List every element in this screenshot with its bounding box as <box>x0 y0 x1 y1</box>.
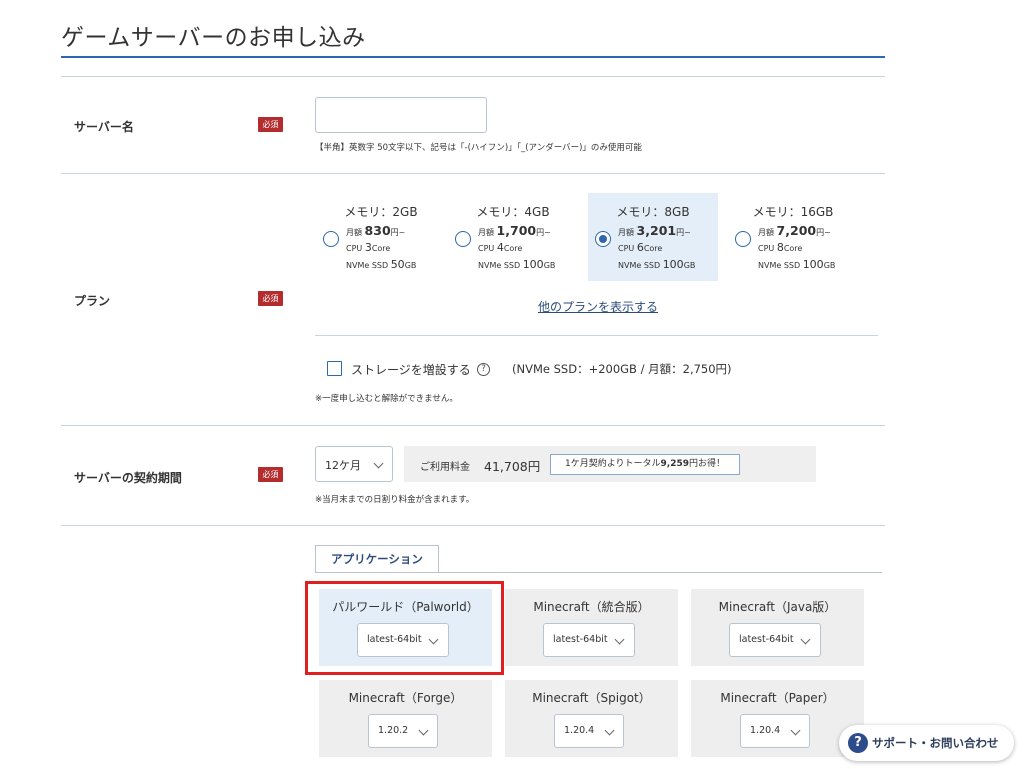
required-badge: 必須 <box>258 117 283 132</box>
plan-memory: メモリ：8GB <box>616 205 690 219</box>
plan-cpu: CPU 3Core <box>346 241 391 254</box>
question-icon: ? <box>848 733 868 753</box>
plan-card-4gb[interactable]: メモリ：4GB 月額 1,700円~ CPU 4Core NVMe SSD 10… <box>448 193 578 281</box>
savings-badge: 1ケ月契約よりトータル9,259円お得！ <box>550 454 740 475</box>
app-name: Minecraft（Forge） <box>348 691 463 705</box>
title-divider <box>61 56 885 58</box>
plan-price: 月額 830円~ <box>346 223 406 238</box>
app-name: Minecraft（Spigot） <box>532 691 651 705</box>
period-note: ※当月末までの日割り料金が含まれます。 <box>315 495 475 505</box>
app-name: Minecraft（Java版） <box>718 600 837 614</box>
plan-radio[interactable] <box>735 231 751 247</box>
plan-radio-selected[interactable] <box>595 231 611 247</box>
version-select[interactable]: latest-64bit <box>729 623 821 657</box>
server-name-input[interactable] <box>315 97 487 133</box>
plan-memory: メモリ：4GB <box>476 205 550 219</box>
tab-divider <box>315 572 882 573</box>
plan-price: 月額 3,201円~ <box>618 223 691 238</box>
version-value: 1.20.4 <box>564 725 595 736</box>
period-selected-value: 12ケ月 <box>325 459 361 472</box>
support-label: サポート・お問い合わせ <box>872 736 999 750</box>
version-select[interactable]: 1.20.4 <box>554 714 624 748</box>
period-label: サーバーの契約期間 <box>74 471 182 485</box>
plan-ssd: NVMe SSD 100GB <box>758 258 836 271</box>
section-divider <box>61 173 885 174</box>
app-name: Minecraft（統合版） <box>533 600 650 614</box>
help-icon[interactable]: ? <box>477 363 490 376</box>
app-name: Minecraft（Paper） <box>720 691 835 705</box>
plan-memory: メモリ：16GB <box>752 205 834 219</box>
app-card-minecraft-bedrock[interactable]: Minecraft（統合版） latest-64bit <box>505 589 678 666</box>
page-title: ゲームサーバーのお申し込み <box>61 25 366 51</box>
plan-card-2gb[interactable]: メモリ：2GB 月額 830円~ CPU 3Core NVMe SSD 50GB <box>316 193 446 281</box>
version-value: latest-64bit <box>553 634 608 645</box>
chevron-down-icon <box>373 458 384 469</box>
section-divider <box>61 525 885 526</box>
period-select[interactable]: 12ケ月 <box>315 446 393 482</box>
app-card-minecraft-spigot[interactable]: Minecraft（Spigot） 1.20.4 <box>505 680 678 757</box>
plan-radio[interactable] <box>323 231 339 247</box>
plan-card-16gb[interactable]: メモリ：16GB 月額 7,200円~ CPU 8Core NVMe SSD 1… <box>728 193 858 281</box>
plan-ssd: NVMe SSD 100GB <box>618 258 696 271</box>
plan-cpu: CPU 6Core <box>618 241 663 254</box>
version-select[interactable]: 1.20.4 <box>740 714 810 748</box>
chevron-down-icon <box>418 725 429 736</box>
version-select[interactable]: 1.20.2 <box>368 714 438 748</box>
show-more-plans-link[interactable]: 他のプランを表示する <box>538 298 658 315</box>
support-contact-button[interactable]: ? サポート・お問い合わせ <box>839 725 1014 761</box>
tab-application[interactable]: アプリケーション <box>315 545 439 573</box>
chevron-down-icon <box>614 634 625 645</box>
plan-price: 月額 7,200円~ <box>758 223 831 238</box>
selection-highlight-box <box>305 581 504 675</box>
plan-label: プラン <box>74 294 111 308</box>
fee-label: ご利用料金 <box>420 462 470 473</box>
version-value: latest-64bit <box>739 634 794 645</box>
section-divider <box>61 425 885 426</box>
app-card-minecraft-java[interactable]: Minecraft（Java版） latest-64bit <box>691 589 864 666</box>
chevron-down-icon <box>604 725 615 736</box>
storage-price-note: (NVMe SSD：+200GB / 月額：2,750円) <box>512 362 732 376</box>
required-badge: 必須 <box>258 467 283 482</box>
chevron-down-icon <box>800 634 811 645</box>
app-card-minecraft-paper[interactable]: Minecraft（Paper） 1.20.4 <box>691 680 864 757</box>
plan-memory: メモリ：2GB <box>344 205 418 219</box>
plan-cpu: CPU 4Core <box>478 241 523 254</box>
fee-summary: ご利用料金 41,708円 1ケ月契約よりトータル9,259円お得！ <box>404 446 816 482</box>
plan-ssd: NVMe SSD 50GB <box>346 258 417 271</box>
plan-inner-divider <box>315 335 878 336</box>
version-select[interactable]: latest-64bit <box>543 623 635 657</box>
plan-cpu: CPU 8Core <box>758 241 803 254</box>
plan-price: 月額 1,700円~ <box>478 223 551 238</box>
storage-checkbox[interactable] <box>327 361 342 376</box>
required-badge: 必須 <box>258 291 283 306</box>
plan-card-8gb[interactable]: メモリ：8GB 月額 3,201円~ CPU 6Core NVMe SSD 10… <box>588 193 718 281</box>
server-name-hint: 【半角】英数字 50文字以下、記号は「-(ハイフン)」「_(アンダーバー)」のみ… <box>315 143 642 153</box>
plan-radio[interactable] <box>455 231 471 247</box>
version-value: 1.20.2 <box>378 725 409 736</box>
version-value: 1.20.4 <box>750 725 781 736</box>
plan-ssd: NVMe SSD 100GB <box>478 258 556 271</box>
fee-amount: 41,708円 <box>484 459 541 474</box>
server-name-label: サーバー名 <box>74 120 134 134</box>
chevron-down-icon <box>790 725 801 736</box>
app-card-minecraft-forge[interactable]: Minecraft（Forge） 1.20.2 <box>319 680 492 757</box>
section-divider <box>61 76 885 77</box>
storage-warning: ※一度申し込むと解除ができません。 <box>315 394 458 404</box>
storage-label[interactable]: ストレージを増設する <box>351 361 471 378</box>
